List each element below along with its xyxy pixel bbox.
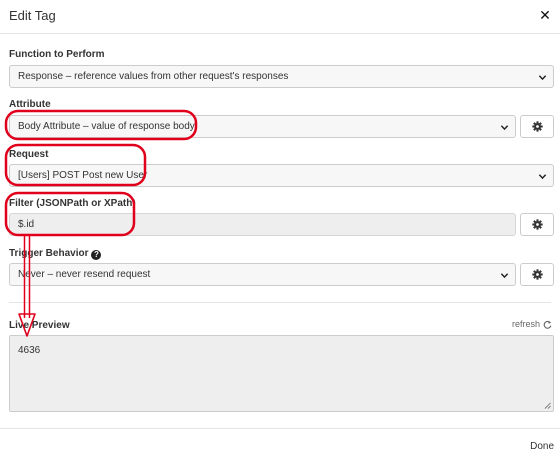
dialog-title: Edit Tag: [9, 8, 56, 23]
refresh-label: refresh: [511, 319, 540, 329]
gear-icon: [531, 269, 543, 280]
request-select-value: [Users] POST Post new User: [18, 170, 148, 181]
attribute-select[interactable]: Body Attribute – value of response body: [9, 115, 516, 138]
filter-input[interactable]: $.id: [9, 213, 516, 236]
request-label: Request: [9, 149, 49, 160]
footer-divider: [0, 428, 560, 429]
chevron-down-icon: [500, 125, 509, 131]
attribute-label: Attribute: [9, 99, 51, 110]
preview-value: 4636: [18, 345, 41, 356]
function-label: Function to Perform: [9, 49, 105, 60]
preview-label: Live Preview: [9, 320, 70, 331]
section-divider: [9, 302, 551, 303]
trigger-label-text: Trigger Behavior: [9, 248, 89, 259]
refresh-icon: [543, 320, 552, 329]
resize-handle-icon[interactable]: [544, 402, 551, 409]
trigger-settings-button[interactable]: [520, 263, 554, 286]
gear-icon: [531, 121, 543, 132]
trigger-select-value: Never – never resend request: [18, 269, 151, 280]
chevron-down-icon: [538, 75, 547, 81]
request-select[interactable]: [Users] POST Post new User: [9, 164, 554, 187]
dialog-header: Edit Tag ✕: [0, 0, 560, 34]
close-icon[interactable]: ✕: [538, 8, 552, 22]
function-select[interactable]: Response – reference values from other r…: [9, 65, 554, 88]
gear-icon: [531, 219, 543, 230]
chevron-down-icon: [500, 273, 509, 279]
trigger-label: Trigger Behavior?: [9, 248, 102, 260]
filter-input-value: $.id: [18, 219, 35, 230]
attribute-select-value: Body Attribute – value of response body: [18, 121, 195, 132]
filter-settings-button[interactable]: [520, 213, 554, 236]
done-button[interactable]: Done: [530, 441, 554, 452]
chevron-down-icon: [538, 174, 547, 180]
function-select-value: Response – reference values from other r…: [18, 71, 289, 82]
preview-textarea[interactable]: 4636: [9, 335, 554, 412]
filter-label: Filter (JSONPath or XPath): [9, 198, 136, 209]
refresh-button[interactable]: refresh: [512, 319, 552, 329]
attribute-settings-button[interactable]: [520, 115, 554, 138]
trigger-select[interactable]: Never – never resend request: [9, 263, 516, 286]
question-circle-icon[interactable]: ?: [91, 249, 102, 260]
